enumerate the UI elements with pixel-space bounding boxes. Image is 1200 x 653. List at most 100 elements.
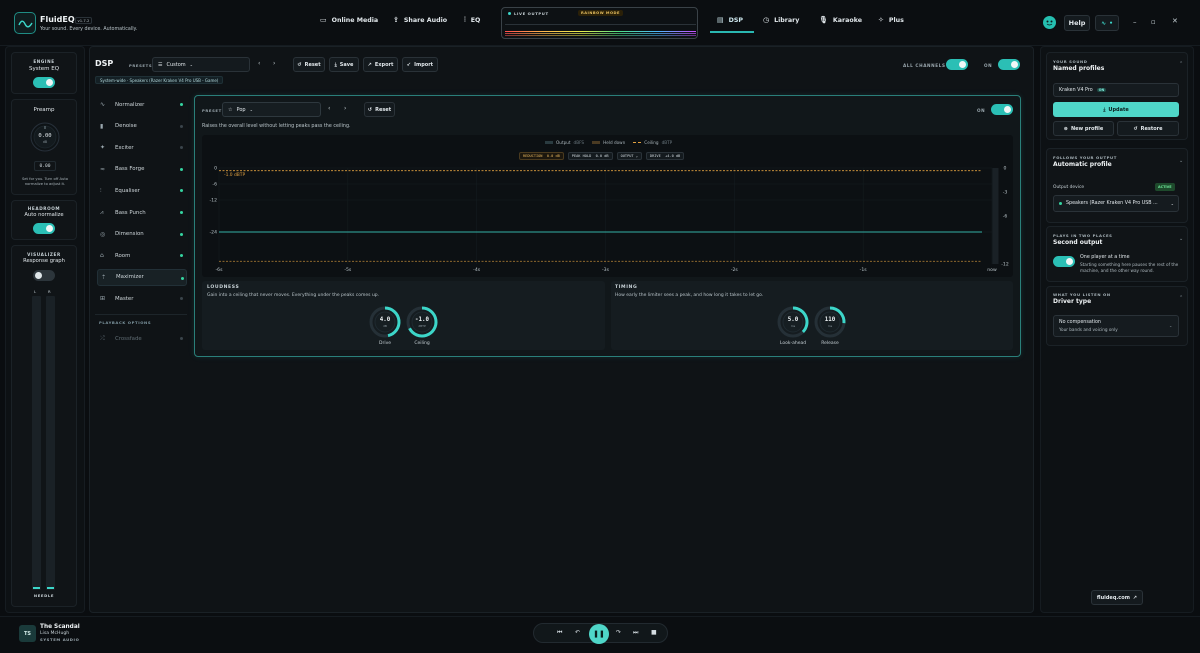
automatic-profile-caption: FOLLOWS YOUR OUTPUT [1053, 155, 1117, 160]
help-button[interactable]: Help [1064, 15, 1090, 31]
maximizer-reset-button[interactable]: ↺ Reset [364, 102, 395, 117]
module-master[interactable]: ⊞ Master [97, 290, 187, 307]
module-status-dot [180, 167, 183, 171]
next-preset-icon[interactable]: › [273, 60, 275, 67]
close-icon[interactable]: ✕ [1172, 17, 1178, 25]
track-source: SYSTEM AUDIO [40, 637, 80, 642]
next-track-icon[interactable]: ⏭ [633, 629, 638, 637]
module-exciter[interactable]: ✦ Exciter [97, 139, 187, 156]
dsp-import-button[interactable]: ↙ Import [402, 57, 438, 72]
maximizer-next-icon[interactable]: › [344, 105, 346, 112]
collapse-icon[interactable]: ⌃ [1179, 295, 1183, 301]
module-crossfade[interactable]: ⤮ Crossfade [97, 330, 187, 347]
forward-icon[interactable]: ↷ [616, 629, 621, 636]
module-room[interactable]: ⌂ Room [97, 247, 187, 264]
module-label: Master [115, 295, 134, 302]
pause-button[interactable]: ❚❚ [589, 624, 609, 644]
rewind-icon[interactable]: ↶ [575, 629, 580, 636]
website-link[interactable]: fluideq.com ↗ [1091, 590, 1143, 605]
avatar[interactable] [1043, 16, 1056, 29]
nav-dsp[interactable]: ▤ DSP [717, 16, 743, 24]
presets-dropdown[interactable]: ☰ Custom ⌄ [152, 57, 250, 72]
dimension-icon: ◎ [100, 230, 106, 238]
legend-ceiling-swatch [633, 142, 642, 143]
all-channels-toggle[interactable] [946, 59, 968, 70]
collapse-icon[interactable]: ⌃ [1179, 61, 1183, 67]
status-button[interactable]: ∿ • [1095, 15, 1119, 31]
preamp-note: Set for you. Turn off Auto normalize to … [21, 177, 69, 186]
maximizer-preset-dropdown[interactable]: ☆ Pop ⌄ [222, 102, 321, 117]
maximizer-prev-icon[interactable]: ‹ [328, 105, 330, 112]
dsp-reset-button[interactable]: ↺ Reset [293, 57, 325, 72]
normalizer-icon: ∿ [100, 101, 106, 108]
visualizer-toggle[interactable] [33, 270, 55, 281]
output-device-select[interactable]: Speakers (Razer Kraken V4 Pro USB ... ⌄ [1053, 195, 1179, 212]
pause-icon: ❚❚ [593, 630, 605, 638]
crossfade-icon: ⤮ [100, 334, 105, 342]
chart-x-tick: -2s [731, 267, 739, 273]
sliders-icon: ☰ [158, 61, 163, 68]
activity-icon: ∿ [1101, 19, 1107, 27]
stop-icon[interactable]: ■ [651, 629, 657, 636]
stat-reduction: REDUCTION 0.0 dB [519, 152, 564, 160]
chart-legend: Output dBFS Held down Ceiling dBTP [545, 140, 672, 145]
master-icon: ⊞ [100, 295, 106, 303]
driver-type-caption: WHAT YOU LISTEN ON [1053, 292, 1111, 297]
nav-library[interactable]: ◷ Library [763, 16, 799, 24]
expand-icon[interactable]: ⌄ [1179, 158, 1183, 164]
driver-type-select[interactable]: No compensation Your bands and voicing o… [1053, 315, 1179, 337]
module-bass-punch[interactable]: ⩘ Bass Punch [97, 204, 187, 221]
module-bass-forge[interactable]: ≈ Bass Forge [97, 161, 187, 178]
module-dimension[interactable]: ◎ Dimension [97, 226, 187, 243]
chart-x-tick: now [987, 268, 997, 273]
module-maximizer[interactable]: ⇡ Maximizer [97, 268, 187, 286]
dsp-save-button[interactable]: ⤓ Save [329, 57, 359, 72]
previous-track-icon[interactable]: ⏮ [557, 629, 562, 637]
nav-eq[interactable]: ⫶ EQ [464, 16, 480, 25]
module-divider [95, 314, 187, 315]
chevron-down-icon: ⌄ [1170, 201, 1174, 206]
second-output-card: PLAYS IN TWO PLACES Second output ⌄ One … [1046, 226, 1188, 282]
module-equaliser[interactable]: ⫶ Equaliser [97, 182, 187, 199]
chart-y-left-tick: -24 [209, 230, 217, 236]
nav-share-audio[interactable]: ⇪ Share Audio [393, 16, 447, 24]
knob-value: 5.0 [787, 317, 799, 323]
prev-preset-icon[interactable]: ‹ [258, 60, 260, 67]
module-normalizer[interactable]: ∿ Normalizer [97, 96, 187, 113]
crossfade-status-dot [180, 337, 183, 340]
module-label: Maximizer [116, 274, 144, 281]
nav-online-media[interactable]: ▭ Online Media [320, 16, 378, 24]
stat-output-dropdown[interactable]: OUTPUT ⌄ [616, 152, 642, 160]
dsp-on-toggle[interactable] [998, 59, 1020, 70]
auto-normalize-toggle[interactable] [33, 223, 55, 234]
knob-label: Ceiling [414, 341, 430, 346]
restore-profile-button[interactable]: ↺ Restore [1117, 121, 1179, 136]
new-profile-button[interactable]: ⊕ New profile [1053, 121, 1114, 136]
online-media-icon: ▭ [320, 16, 327, 24]
dsp-export-button[interactable]: ↗ Export [363, 57, 398, 72]
maximizer-on-toggle[interactable] [991, 104, 1013, 115]
expand-icon[interactable]: ⌄ [1179, 236, 1183, 242]
output-device-label: Output device [1053, 185, 1085, 190]
preamp-value-field[interactable]: 0.00 [34, 161, 56, 171]
rainbow-mode-badge[interactable]: RAINBOW MODE [578, 10, 623, 16]
chevron-down-icon: ⌄ [249, 107, 253, 112]
one-player-toggle[interactable] [1053, 256, 1075, 267]
module-denoise[interactable]: ▮ Denoise [97, 118, 187, 135]
minimize-icon[interactable]: – [1133, 18, 1137, 26]
album-art[interactable]: TS [19, 625, 36, 642]
engine-toggle[interactable] [33, 77, 55, 88]
chevron-down-icon: ⌄ [189, 62, 193, 67]
update-profile-button[interactable]: ⤓ Update [1053, 102, 1179, 117]
module-label: Bass Forge [115, 166, 145, 173]
eq-icon: ⫶ [464, 16, 466, 24]
dsp-on-label: ON [984, 63, 993, 68]
knob-unit: dBTP [418, 324, 426, 328]
nav-plus[interactable]: ✧ Plus [878, 16, 904, 24]
visualizer-caption: VISUALIZER [27, 252, 61, 257]
nav-karaoke[interactable]: 🎙 Karaoke [819, 16, 862, 24]
profile-item[interactable]: Kraken V4 Pro ON [1053, 83, 1179, 97]
maximize-icon[interactable]: ▫ [1151, 18, 1156, 26]
chart-x-tick: -4s [473, 267, 481, 273]
timing-description: How early the limiter sees a peak, and h… [615, 293, 764, 298]
